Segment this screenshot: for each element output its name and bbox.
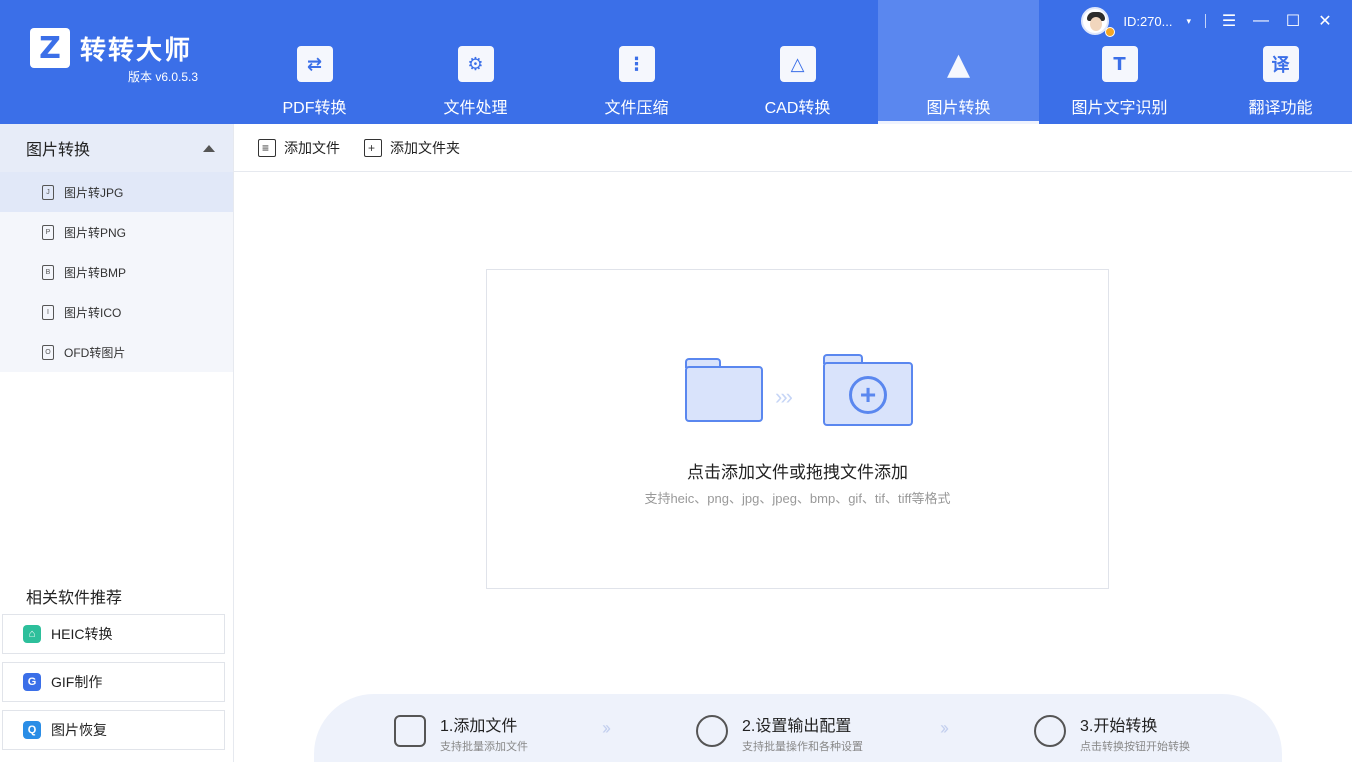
user-id[interactable]: ID:270... [1123,14,1172,29]
recovery-app-icon: Q [23,721,41,739]
step-arrow-icon: ›› [602,718,611,738]
sidebar-item-label: OFD转图片 [64,345,126,360]
folder-icon [685,358,763,422]
step-title: 1.添加文件 [440,718,518,735]
recommend-title: 相关软件推荐 [26,590,123,607]
tab-image-convert[interactable]: ▲ 图片转换 [878,0,1039,124]
tab-label: 文件处理 [443,100,508,117]
add-file-icon: ≡ [258,138,276,157]
sidebar-item-ofd-to-image[interactable]: O OFD转图片 [0,332,233,372]
recommend-gif[interactable]: G GIF制作 [2,662,225,702]
sidebar-item-to-png[interactable]: P 图片转PNG [0,212,233,252]
step-settings: 2.设置输出配置 支持批量操作和各种设置 [696,712,863,754]
sidebar-item-label: 图片转ICO [64,305,122,320]
plus-circle-icon: + [849,376,887,414]
ocr-icon: T [1101,46,1138,82]
settings-icon [696,715,728,747]
divider [1205,14,1206,28]
file-ofd-icon: O [42,344,54,360]
step-desc: 支持批量添加文件 [440,741,528,753]
logo-letter: Z [39,30,61,66]
sidebar-item-to-bmp[interactable]: B 图片转BMP [0,252,233,292]
tab-label: 图片文字识别 [1071,100,1168,117]
sidebar-item-to-jpg[interactable]: J 图片转JPG [0,172,233,212]
chevron-down-icon[interactable]: ▾ [1186,16,1191,27]
tab-file-process[interactable]: ⚙ 文件处理 [395,0,556,124]
zip-icon: ⋮ [618,46,655,82]
step-add-file: 1.添加文件 支持批量添加文件 [394,712,528,754]
sidebar-item-to-ico[interactable]: I 图片转ICO [0,292,233,332]
step-arrow-icon: ›› [940,718,949,738]
recommend-label: GIF制作 [51,674,103,690]
app-version: 版本 v6.0.5.3 [128,70,199,84]
image-convert-icon: ▲ [946,46,971,82]
collapse-arrow-icon[interactable] [203,144,215,152]
step-start-convert: 3.开始转换 点击转换按钮开始转换 [1034,712,1190,754]
file-png-icon: P [42,224,54,240]
sidebar-list: J 图片转JPG P 图片转PNG B 图片转BMP I 图片转ICO O OF… [0,172,233,372]
file-process-icon: ⚙ [457,46,494,82]
sidebar-item-label: 图片转PNG [64,225,127,240]
step-desc: 点击转换按钮开始转换 [1080,741,1190,753]
header: Z 转转大师 版本 v6.0.5.3 ⇄ PDF转换 ⚙ 文件处理 ⋮ 文件压缩… [0,0,1352,124]
minimize-icon[interactable]: — [1252,12,1270,30]
gif-app-icon: G [23,673,41,691]
sidebar-section-header[interactable]: 图片转换 [0,124,233,172]
heic-app-icon: ⌂ [23,625,41,643]
user-avatar-wrap[interactable] [1081,7,1116,37]
file-bmp-icon: B [42,264,54,280]
step-title: 2.设置输出配置 [742,718,852,735]
app-name: 转转大师 [80,35,193,65]
maximize-icon[interactable]: ☐ [1284,12,1302,30]
recommend-heic[interactable]: ⌂ HEIC转换 [2,614,225,654]
recommend-label: 图片恢复 [51,722,107,738]
sidebar-item-label: 图片转JPG [64,185,124,200]
tab-label: 翻译功能 [1248,100,1313,117]
toolbar: ≡ 添加文件 + 添加文件夹 [234,124,1352,172]
pdf-convert-icon: ⇄ [296,46,333,82]
add-folder-large-icon: + [823,354,913,426]
add-folder-button[interactable]: + 添加文件夹 [364,138,460,158]
file-ico-icon: I [42,304,54,320]
tab-file-compress[interactable]: ⋮ 文件压缩 [556,0,717,124]
add-folder-label: 添加文件夹 [390,139,460,156]
recommend-image-recovery[interactable]: Q 图片恢复 [2,710,225,750]
tab-pdf-convert[interactable]: ⇄ PDF转换 [234,0,395,124]
add-file-label: 添加文件 [284,139,340,156]
close-icon[interactable]: ✕ [1316,12,1334,30]
add-folder-icon: + [364,138,382,157]
sidebar-item-label: 图片转BMP [64,265,127,280]
tab-label: CAD转换 [764,100,831,117]
tab-label: 图片转换 [926,100,991,117]
steps-bar: 1.添加文件 支持批量添加文件 ›› 2.设置输出配置 支持批量操作和各种设置 … [314,694,1282,762]
sidebar: 图片转换 J 图片转JPG P 图片转PNG B 图片转BMP I 图片转ICO… [0,124,234,762]
cad-icon: △ [779,46,816,82]
drop-supported-formats: 支持heic、png、jpg、jpeg、bmp、gif、tif、tiff等格式 [644,491,951,506]
sidebar-title: 图片转换 [26,142,91,159]
app-logo: Z [30,28,70,68]
arrows-icon: ››› [775,384,793,409]
tab-label: PDF转换 [282,100,347,117]
file-jpg-icon: J [42,184,54,200]
drop-main-text: 点击添加文件或拖拽文件添加 [687,463,908,482]
folder-outline-icon [394,715,426,747]
convert-icon [1034,715,1066,747]
recommend-label: HEIC转换 [51,626,113,642]
step-title: 3.开始转换 [1080,718,1158,735]
step-desc: 支持批量操作和各种设置 [742,741,863,753]
tab-label: 文件压缩 [604,100,669,117]
translate-icon: 译 [1262,46,1299,82]
tab-cad-convert[interactable]: △ CAD转换 [717,0,878,124]
file-drop-zone[interactable]: ››› + 点击添加文件或拖拽文件添加 支持heic、png、jpg、jpeg、… [486,269,1109,589]
add-file-button[interactable]: ≡ 添加文件 [258,138,340,158]
menu-icon[interactable]: ☰ [1220,12,1238,30]
title-bar-controls: ID:270... ▾ ☰ — ☐ ✕ [1081,7,1334,37]
